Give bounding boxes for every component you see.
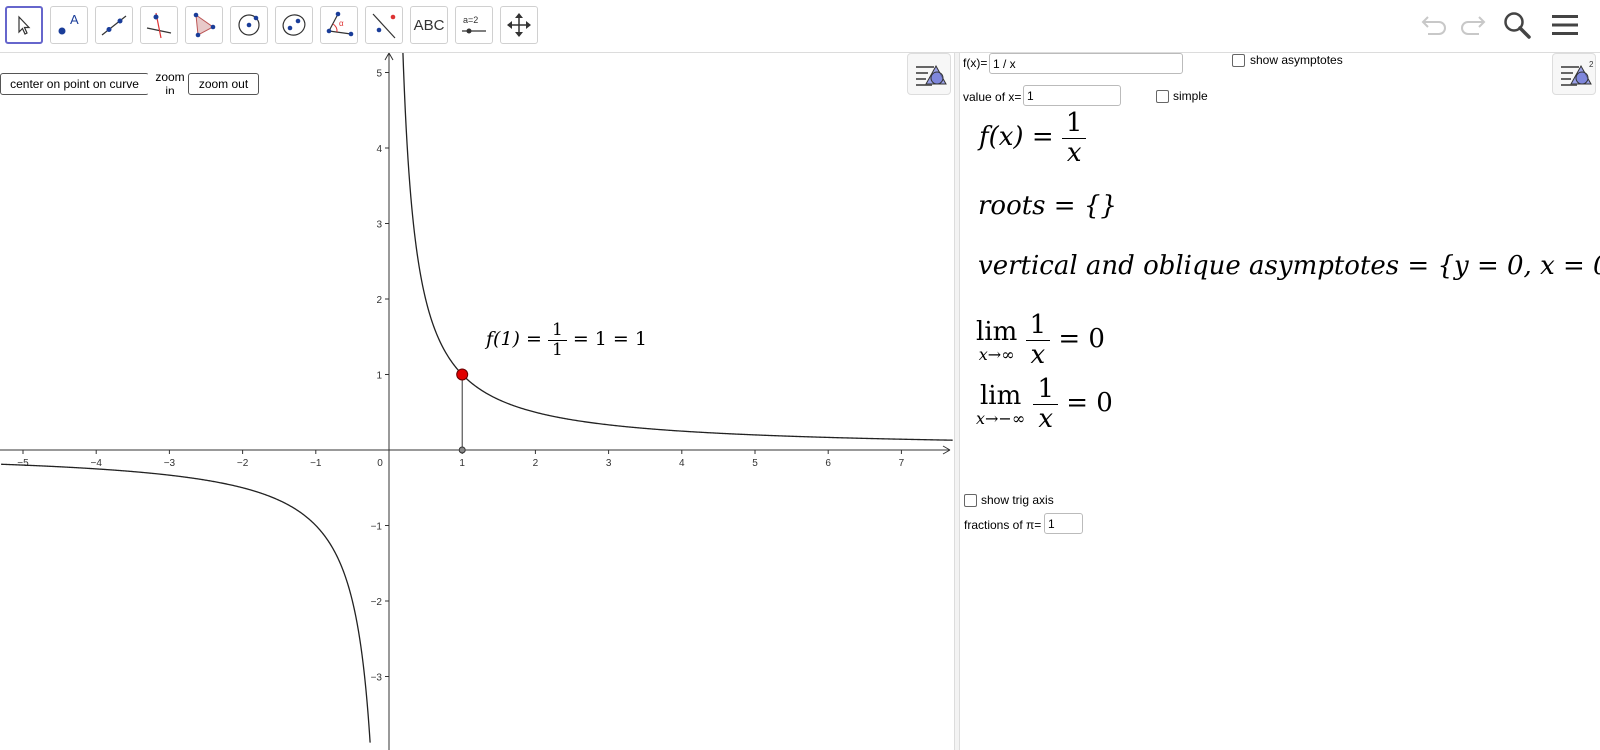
y-tick-label: 3 [376,220,382,231]
x-tick-label: −5 [17,458,29,469]
text-tool-button[interactable]: ABC [410,6,448,44]
undo-icon [1421,16,1446,35]
redo-button[interactable] [1455,8,1489,42]
y-tick-label: 4 [376,144,382,155]
search-button[interactable] [1500,8,1534,42]
reflect-tool-button[interactable] [365,6,403,44]
perpendicular-line-tool-button[interactable] [140,6,178,44]
undo-button[interactable] [1418,8,1452,42]
graphics-view[interactable]: −5 −4 −3 −2 −1 0 1 2 3 4 5 6 7 5 4 3 2 1 −1 −2 −3 center on … [0,53,954,750]
slider-tool-label: a=2 [463,15,478,25]
x-tick-label: 2 [533,458,539,469]
function-definition-text: f(x) = 1x [979,109,1087,167]
show-trig-axis-checkbox[interactable] [964,494,977,507]
fx-input[interactable] [989,53,1183,74]
point-value-label: f(1) = 11 = 1 = 1 [486,320,647,360]
x-tick-label: −4 [90,458,102,469]
y-tick-label: −3 [371,673,383,684]
circle-icon [238,14,260,36]
slider-icon: a=2 [462,15,486,34]
y-tick-label: 5 [376,69,382,80]
simple-label: simple [1173,89,1208,103]
y-tick-label: −2 [371,597,383,608]
algebra-view: f(x)= show asymptotes value of x= simple… [960,53,1600,750]
y-tick-label: −1 [371,522,383,533]
x-tick-label: 7 [899,458,905,469]
point-on-curve [456,368,469,381]
svg-text:A: A [70,12,79,27]
cursor-arrow-icon [18,15,31,35]
value-x-label: value of x= [963,90,1022,104]
center-on-point-button[interactable]: center on point on curve [0,73,149,95]
redo-icon [1461,16,1486,35]
style-bar-icon: 2 [1561,60,1594,86]
x-tick-label: −3 [164,458,176,469]
value-x-input[interactable] [1023,85,1121,106]
x-tick-label: 6 [825,458,831,469]
ellipse-tool-button[interactable] [275,6,313,44]
main-menu-button[interactable] [1548,8,1582,42]
limit-positive-infinity-text: lim x→∞ 1x = 0 [976,310,1105,370]
fractions-of-pi-label: fractions of π= [964,518,1042,532]
x-tick-label: 3 [606,458,612,469]
show-trig-axis-label: show trig axis [981,493,1054,507]
svg-text:α: α [339,19,344,28]
curve-positive-branch [402,53,953,441]
show-asymptotes-label: show asymptotes [1250,53,1343,67]
search-icon [1504,12,1531,39]
curve-negative-branch [1,463,371,743]
simple-checkbox[interactable] [1156,90,1169,103]
reflect-about-line-icon [372,13,396,39]
fractions-of-pi-input[interactable] [1044,513,1083,534]
toolbar: A α ABC a=2 [0,0,1600,53]
x-tick-label: 1 [459,458,465,469]
line-tool-button[interactable] [95,6,133,44]
show-asymptotes-checkbox[interactable] [1232,54,1245,67]
move-tool-button[interactable] [5,6,43,44]
move-arrows-icon [507,13,531,37]
zoom-out-button[interactable]: zoom out [188,73,259,95]
ellipse-icon [282,14,306,36]
polygon-icon [193,12,216,38]
limit-negative-infinity-text: lim x→−∞ 1x = 0 [976,374,1113,434]
y-tick-label: 2 [376,295,382,306]
y-tick-label: 1 [376,371,382,382]
x-axis-foot-point [458,446,466,454]
zoom-in-button[interactable]: zoom in [147,73,191,95]
style-bar-icon [916,64,947,86]
svg-text:2: 2 [1589,60,1594,69]
polygon-tool-button[interactable] [185,6,223,44]
x-tick-label: −1 [310,458,322,469]
x-tick-label: 5 [752,458,758,469]
circle-tool-button[interactable] [230,6,268,44]
x-tick-label: 0 [377,458,383,469]
text-tool-label: ABC [413,16,445,34]
x-tick-label: −2 [237,458,249,469]
perpendicular-line-icon [146,12,172,39]
point-tool-button[interactable]: A [50,6,88,44]
move-graphics-tool-button[interactable] [500,6,538,44]
asymptotes-text: vertical and oblique asymptotes = {y = 0… [978,251,1600,281]
algebra-style-bar-toggle[interactable]: 2 [1552,53,1596,95]
point-icon: A [58,12,79,35]
function-plot[interactable]: −5 −4 −3 −2 −1 0 1 2 3 4 5 6 7 5 4 3 2 1 −1 −2 −3 [0,53,954,750]
graphics-style-bar-toggle[interactable] [907,53,951,95]
line-icon [101,15,127,36]
angle-icon: α [326,11,354,37]
angle-tool-button[interactable]: α [320,6,358,44]
roots-text: roots = {} [978,191,1117,221]
hamburger-menu-icon [1552,15,1578,35]
slider-tool-button[interactable]: a=2 [455,6,493,44]
fx-input-label: f(x)= [963,56,988,70]
x-tick-label: 4 [679,458,685,469]
